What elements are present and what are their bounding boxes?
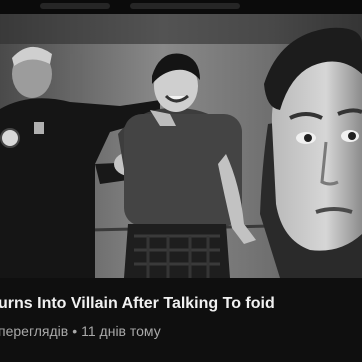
top-bar-placeholder: [130, 3, 240, 9]
video-title[interactable]: urns Into Villain After Talking To foid: [0, 294, 362, 314]
meta-separator: •: [72, 323, 78, 339]
top-bar: [0, 0, 362, 14]
video-stats: переглядів • 11 днів тому: [0, 322, 362, 340]
top-bar-placeholder: [40, 3, 110, 9]
upload-age: 11 днів тому: [81, 323, 161, 339]
thumbnail-image: [0, 14, 362, 278]
closeup-face: [260, 27, 362, 278]
video-details: urns Into Villain After Talking To foid …: [0, 278, 362, 362]
video-thumbnail[interactable]: [0, 14, 362, 278]
view-count: переглядів: [0, 323, 69, 339]
